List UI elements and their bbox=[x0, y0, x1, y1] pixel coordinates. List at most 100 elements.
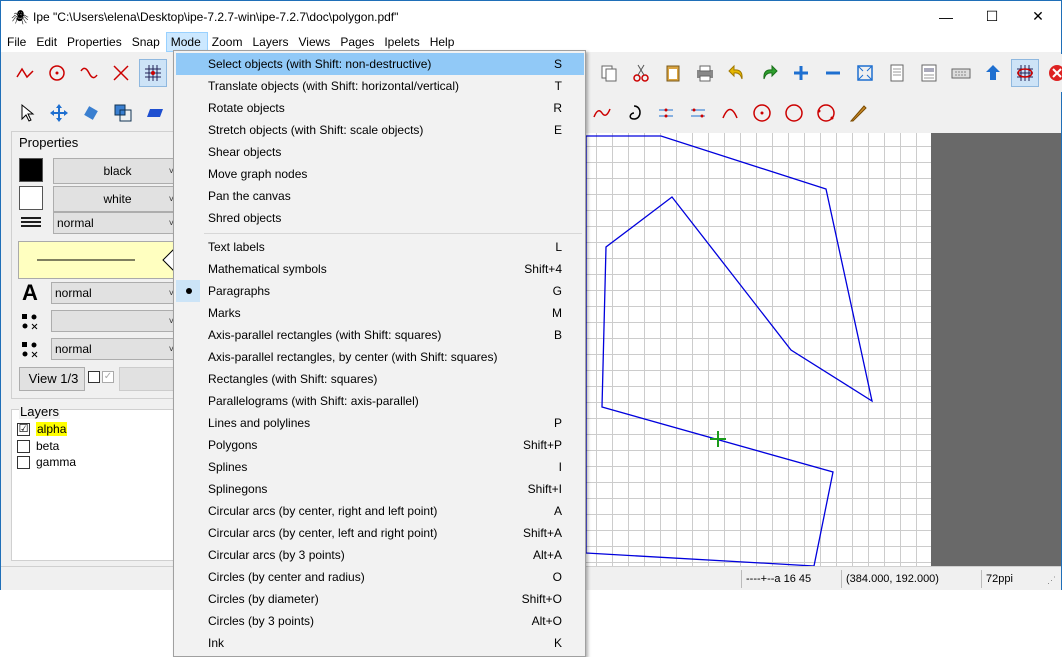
arc-center-rl-icon[interactable] bbox=[652, 99, 680, 127]
menu-item-translate[interactable]: Translate objects (with Shift: horizonta… bbox=[176, 75, 584, 97]
menu-item-arc-clr[interactable]: Circular arcs (by center, left and right… bbox=[176, 522, 584, 544]
menu-item-arc-3p[interactable]: Circular arcs (by 3 points) Alt+A bbox=[176, 544, 584, 566]
grid-visible-icon[interactable] bbox=[1011, 59, 1039, 87]
stroke-color-swatch[interactable] bbox=[19, 158, 43, 182]
menu-file[interactable]: File bbox=[3, 32, 32, 52]
menu-pages[interactable]: Pages bbox=[336, 32, 380, 52]
splinegon-mode-icon[interactable] bbox=[620, 99, 648, 127]
menu-item-shred[interactable]: Shred objects bbox=[176, 207, 584, 229]
drawing-canvas[interactable] bbox=[586, 133, 931, 566]
menu-zoom[interactable]: Zoom bbox=[208, 32, 249, 52]
print-icon[interactable] bbox=[691, 59, 719, 87]
view-extra-button[interactable] bbox=[119, 367, 179, 391]
menu-item-shear[interactable]: Shear objects bbox=[176, 141, 584, 163]
layer-row-gamma[interactable]: gamma bbox=[17, 454, 76, 470]
menu-item-polygons[interactable]: Polygons Shift+P bbox=[176, 434, 584, 456]
page-properties-icon[interactable] bbox=[915, 59, 943, 87]
menu-item-splinegons[interactable]: Splinegons Shift+I bbox=[176, 478, 584, 500]
menu-item-circle-diameter[interactable]: Circles (by diameter) Shift+O bbox=[176, 588, 584, 610]
menu-item-circle-cr[interactable]: Circles (by center and radius) O bbox=[176, 566, 584, 588]
page-icon[interactable] bbox=[883, 59, 911, 87]
close-button[interactable]: ✕ bbox=[1015, 1, 1061, 32]
pen-width-combo[interactable]: normal ˅ bbox=[53, 212, 179, 234]
menu-item-axis-rect-center[interactable]: Axis-parallel rectangles, by center (wit… bbox=[176, 346, 584, 368]
view-checkbox-1[interactable] bbox=[88, 371, 100, 383]
menu-mode[interactable]: Mode bbox=[165, 32, 208, 52]
snap-vertex-icon[interactable] bbox=[11, 59, 39, 87]
maximize-button[interactable]: ☐ bbox=[969, 1, 1015, 32]
menu-views[interactable]: Views bbox=[295, 32, 337, 52]
fill-color-combo[interactable]: white ˅ bbox=[53, 186, 179, 212]
layer-checkbox[interactable]: ☑ bbox=[17, 422, 30, 436]
path-style-preview[interactable] bbox=[18, 241, 184, 279]
spline-mode-icon[interactable] bbox=[588, 99, 616, 127]
menu-snap[interactable]: Snap bbox=[128, 32, 166, 52]
view-button[interactable]: View 1/3 bbox=[19, 367, 85, 391]
zoom-in-icon[interactable] bbox=[787, 59, 815, 87]
text-size-combo[interactable]: normal ˅ bbox=[51, 282, 179, 304]
circle-3points-icon[interactable] bbox=[812, 99, 840, 127]
layer-row-beta[interactable]: beta bbox=[17, 438, 59, 454]
menu-properties[interactable]: Properties bbox=[63, 32, 128, 52]
stop-icon[interactable] bbox=[1043, 59, 1062, 87]
layer-row-alpha[interactable]: ☑ alpha bbox=[17, 421, 68, 437]
shear-mode-icon[interactable] bbox=[141, 99, 169, 127]
upload-icon[interactable] bbox=[979, 59, 1007, 87]
menu-item-marks[interactable]: Marks M bbox=[176, 302, 584, 324]
menu-item-graph[interactable]: Move graph nodes bbox=[176, 163, 584, 185]
stretch-mode-icon[interactable] bbox=[109, 99, 137, 127]
redo-icon[interactable] bbox=[755, 59, 783, 87]
menu-item-stretch[interactable]: Stretch objects (with Shift: scale objec… bbox=[176, 119, 584, 141]
copy-icon[interactable] bbox=[595, 59, 623, 87]
cut-icon[interactable] bbox=[627, 59, 655, 87]
keyboard-icon[interactable] bbox=[947, 59, 975, 87]
fit-page-icon[interactable] bbox=[851, 59, 879, 87]
paste-icon[interactable] bbox=[659, 59, 687, 87]
arc-center-lr-icon[interactable] bbox=[684, 99, 712, 127]
minimize-button[interactable]: — bbox=[923, 1, 969, 32]
translate-mode-icon[interactable] bbox=[45, 99, 73, 127]
undo-icon[interactable] bbox=[723, 59, 751, 87]
menu-item-select[interactable]: Select objects (with Shift: non-destruct… bbox=[176, 53, 584, 75]
menu-layers[interactable]: Layers bbox=[248, 32, 294, 52]
window-title: Ipe "C:\Users\elena\Desktop\ipe-7.2.7-wi… bbox=[33, 9, 399, 24]
menu-edit[interactable]: Edit bbox=[32, 32, 63, 52]
menu-item-rectangles[interactable]: Rectangles (with Shift: squares) bbox=[176, 368, 584, 390]
circle-diameter-icon[interactable] bbox=[780, 99, 808, 127]
menu-item-ink[interactable]: Ink K bbox=[176, 632, 584, 654]
menu-item-paragraphs[interactable]: Paragraphs G bbox=[176, 280, 584, 302]
snap-intersection-icon[interactable] bbox=[107, 59, 135, 87]
menu-help[interactable]: Help bbox=[426, 32, 461, 52]
menu-item-lines[interactable]: Lines and polylines P bbox=[176, 412, 584, 434]
view-checkbox-2[interactable]: ✓ bbox=[102, 371, 114, 383]
menu-item-math-symbols[interactable]: Mathematical symbols Shift+4 bbox=[176, 258, 584, 280]
menu-item-text-labels[interactable]: Text labels L bbox=[176, 236, 584, 258]
ink-mode-icon[interactable] bbox=[844, 99, 872, 127]
menu-item-rotate[interactable]: Rotate objects R bbox=[176, 97, 584, 119]
mark-shape-icon bbox=[20, 312, 40, 332]
fill-color-swatch[interactable] bbox=[19, 186, 43, 210]
circle-center-radius-icon[interactable] bbox=[748, 99, 776, 127]
layer-checkbox[interactable] bbox=[17, 455, 30, 469]
fill-color-value: white bbox=[103, 192, 132, 206]
arc-3points-icon[interactable] bbox=[716, 99, 744, 127]
menu-item-axis-rect[interactable]: Axis-parallel rectangles (with Shift: sq… bbox=[176, 324, 584, 346]
snap-center-icon[interactable] bbox=[43, 59, 71, 87]
menu-item-parallelograms[interactable]: Parallelograms (with Shift: axis-paralle… bbox=[176, 390, 584, 412]
menu-ipelets[interactable]: Ipelets bbox=[380, 32, 425, 52]
layer-checkbox[interactable] bbox=[17, 439, 30, 453]
symbol-size-combo[interactable]: normal ˅ bbox=[51, 338, 179, 360]
stroke-color-combo[interactable]: black ˅ bbox=[53, 158, 179, 184]
resize-grip-icon[interactable]: ⋰ bbox=[1047, 575, 1059, 587]
menu-item-splines[interactable]: Splines I bbox=[176, 456, 584, 478]
snap-boundary-icon[interactable] bbox=[75, 59, 103, 87]
menu-item-arc-crl[interactable]: Circular arcs (by center, right and left… bbox=[176, 500, 584, 522]
select-mode-icon[interactable] bbox=[13, 99, 41, 127]
zoom-out-icon[interactable] bbox=[819, 59, 847, 87]
canvas-background bbox=[931, 133, 1061, 566]
menu-item-circle-3p[interactable]: Circles (by 3 points) Alt+O bbox=[176, 610, 584, 632]
mark-size-combo[interactable]: ˅ bbox=[51, 310, 179, 332]
menu-item-pan[interactable]: Pan the canvas bbox=[176, 185, 584, 207]
rotate-mode-icon[interactable] bbox=[77, 99, 105, 127]
snap-grid-icon[interactable] bbox=[139, 59, 167, 87]
